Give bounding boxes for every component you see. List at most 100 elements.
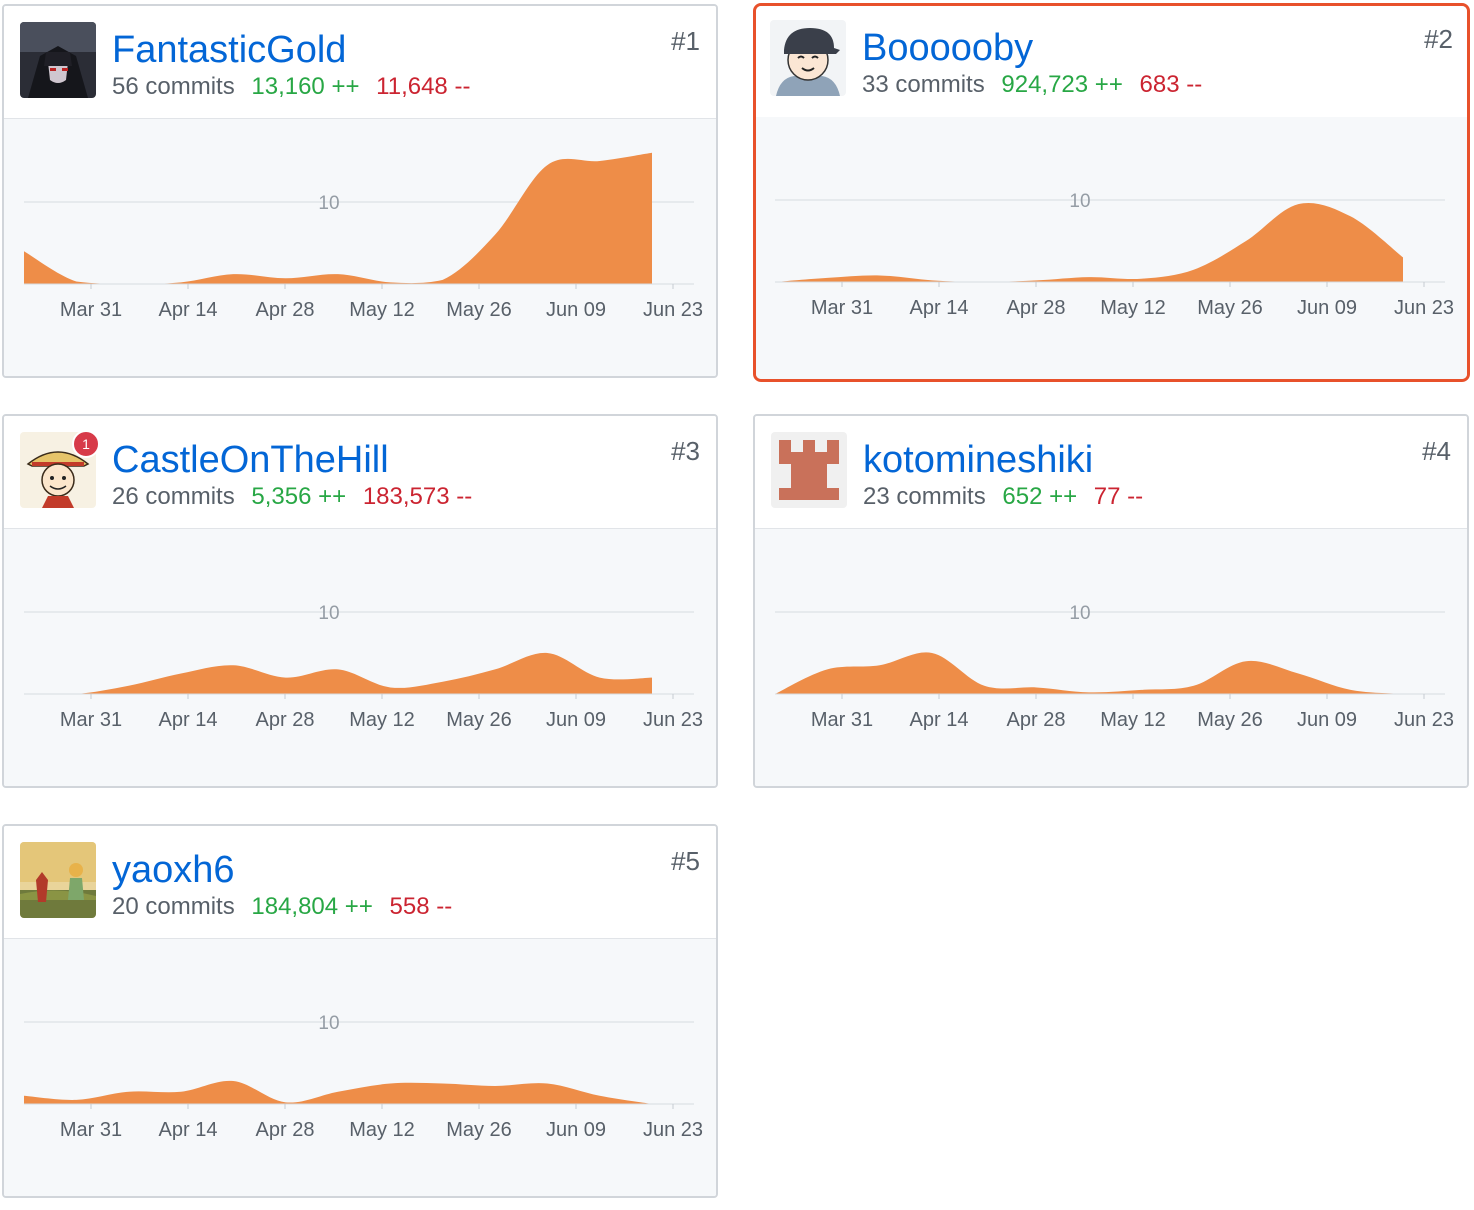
commit-activity-chart: 10 Mar 31 Apr 14 Apr 28 May 12 May 26 Jun 09 Ju… bbox=[4, 119, 716, 376]
x-tick-label: Jun 23 bbox=[1394, 709, 1454, 731]
x-tick-label: May 26 bbox=[446, 1119, 512, 1141]
notification-badge: 1 bbox=[72, 430, 100, 458]
contributor-card: 1 CastleOnTheHill 26 commits 5,356 ++ 18… bbox=[2, 414, 718, 788]
x-tick-label: Apr 28 bbox=[256, 299, 315, 321]
contributor-username[interactable]: yaoxh6 bbox=[112, 846, 235, 894]
reference-line-label: 10 bbox=[318, 193, 339, 214]
dark-anime-avatar-icon[interactable] bbox=[20, 22, 96, 98]
x-tick-label: Jun 09 bbox=[1297, 297, 1357, 319]
x-tick-label: May 12 bbox=[349, 1119, 415, 1141]
contributor-username[interactable]: kotomineshiki bbox=[863, 436, 1093, 484]
commit-activity-chart: 10 Mar 31 Apr 14 Apr 28 May 12 May 26 Jun 09 Ju… bbox=[4, 529, 716, 786]
contributor-rank: #4 bbox=[1422, 436, 1451, 466]
contributor-rank: #5 bbox=[671, 846, 700, 876]
contributor-stats: 20 commits 184,804 ++ 558 -- bbox=[112, 892, 452, 922]
commit-area-series bbox=[775, 652, 1403, 694]
additions-count: 5,356 ++ bbox=[251, 483, 347, 510]
card-header: kotomineshiki 23 commits 652 ++ 77 -- #4 bbox=[755, 416, 1467, 529]
commit-activity-graph: 10 Mar 31 Apr 14 Apr 28 May 12 May 26 Jun 09 Ju… bbox=[24, 603, 703, 731]
additions-count: 184,804 ++ bbox=[251, 893, 373, 920]
commit-area-series bbox=[24, 152, 652, 284]
contributor-rank: #1 bbox=[671, 26, 700, 56]
x-tick-label: Jun 23 bbox=[643, 709, 703, 731]
cartoon-boy-cap-avatar-icon[interactable] bbox=[770, 20, 846, 96]
x-tick-label: Apr 14 bbox=[159, 709, 218, 731]
x-tick-label: May 12 bbox=[349, 709, 415, 731]
x-tick-label: Jun 09 bbox=[546, 709, 606, 731]
commit-count[interactable]: 23 commits bbox=[863, 483, 986, 510]
deletions-count: 558 -- bbox=[389, 893, 453, 920]
contributor-rank: #2 bbox=[1424, 24, 1453, 54]
commit-activity-graph: 10 Mar 31 Apr 14 Apr 28 May 12 May 26 Jun 09 Ju… bbox=[24, 152, 703, 321]
x-tick-label: Mar 31 bbox=[60, 709, 122, 731]
card-header: 1 CastleOnTheHill 26 commits 5,356 ++ 18… bbox=[4, 416, 716, 529]
x-tick-label: Mar 31 bbox=[60, 299, 122, 321]
x-tick-label: May 26 bbox=[446, 709, 512, 731]
additions-count: 652 ++ bbox=[1002, 483, 1078, 510]
reference-line-label: 10 bbox=[1069, 191, 1090, 212]
commit-count[interactable]: 20 commits bbox=[112, 893, 235, 920]
x-tick-label: Jun 09 bbox=[546, 299, 606, 321]
contributor-username[interactable]: CastleOnTheHill bbox=[112, 436, 389, 484]
commit-area-series bbox=[24, 1080, 652, 1104]
card-header: Boooooby 33 commits 924,723 ++ 683 -- #2 bbox=[756, 6, 1467, 118]
little-prince-avatar-icon[interactable] bbox=[20, 842, 96, 918]
x-tick-label: Mar 31 bbox=[60, 1119, 122, 1141]
reference-line-label: 10 bbox=[318, 1013, 339, 1034]
x-tick-label: Jun 23 bbox=[1394, 297, 1454, 319]
commit-count[interactable]: 26 commits bbox=[112, 483, 235, 510]
contributor-card: FantasticGold 56 commits 13,160 ++ 11,64… bbox=[2, 4, 718, 378]
deletions-count: 183,573 -- bbox=[362, 483, 473, 510]
contributor-username[interactable]: Boooooby bbox=[862, 24, 1033, 72]
additions-count: 13,160 ++ bbox=[251, 73, 360, 100]
x-tick-label: Mar 31 bbox=[811, 709, 873, 731]
x-tick-label: Jun 23 bbox=[643, 299, 703, 321]
x-tick-label: May 12 bbox=[349, 299, 415, 321]
contributor-rank: #3 bbox=[671, 436, 700, 466]
contributor-stats: 23 commits 652 ++ 77 -- bbox=[863, 482, 1143, 512]
x-tick-label: Jun 09 bbox=[546, 1119, 606, 1141]
x-tick-label: Jun 23 bbox=[643, 1119, 703, 1141]
x-tick-label: Mar 31 bbox=[811, 297, 873, 319]
x-tick-label: May 12 bbox=[1100, 709, 1166, 731]
contributor-username[interactable]: FantasticGold bbox=[112, 26, 346, 74]
x-tick-label: Apr 28 bbox=[256, 709, 315, 731]
commit-activity-chart: 10 Mar 31 Apr 14 Apr 28 May 12 May 26 Jun 09 Ju… bbox=[4, 939, 716, 1196]
identicon-avatar-icon[interactable] bbox=[771, 432, 847, 508]
deletions-count: 11,648 -- bbox=[376, 73, 471, 100]
x-tick-label: Apr 28 bbox=[1007, 709, 1066, 731]
x-tick-label: Apr 14 bbox=[910, 709, 969, 731]
x-tick-label: May 12 bbox=[1100, 297, 1166, 319]
commit-area-series bbox=[775, 202, 1403, 282]
x-tick-label: May 26 bbox=[1197, 709, 1263, 731]
contributor-stats: 56 commits 13,160 ++ 11,648 -- bbox=[112, 72, 470, 102]
commit-activity-chart: 10 Mar 31 Apr 14 Apr 28 May 12 May 26 Jun 09 Ju… bbox=[756, 117, 1467, 379]
contributor-card: yaoxh6 20 commits 184,804 ++ 558 -- #5 1… bbox=[2, 824, 718, 1198]
contributor-card-selected: Boooooby 33 commits 924,723 ++ 683 -- #2… bbox=[753, 3, 1470, 382]
commit-count[interactable]: 33 commits bbox=[862, 71, 985, 98]
x-tick-label: Apr 28 bbox=[1007, 297, 1066, 319]
commit-activity-graph: 10 Mar 31 Apr 14 Apr 28 May 12 May 26 Jun 09 Ju… bbox=[24, 1013, 703, 1141]
reference-line-label: 10 bbox=[318, 603, 339, 624]
x-tick-label: Apr 28 bbox=[256, 1119, 315, 1141]
card-header: yaoxh6 20 commits 184,804 ++ 558 -- #5 bbox=[4, 826, 716, 939]
commit-activity-chart: 10 Mar 31 Apr 14 Apr 28 May 12 May 26 Jun 09 Ju… bbox=[755, 529, 1467, 786]
x-tick-label: Apr 14 bbox=[159, 1119, 218, 1141]
x-tick-label: Apr 14 bbox=[910, 297, 969, 319]
reference-line-label: 10 bbox=[1069, 603, 1090, 624]
commit-area-series bbox=[24, 652, 652, 694]
commit-activity-graph: 10 Mar 31 Apr 14 Apr 28 May 12 May 26 Jun 09 Ju… bbox=[775, 603, 1454, 731]
contributor-stats: 33 commits 924,723 ++ 683 -- bbox=[862, 70, 1202, 100]
x-tick-label: May 26 bbox=[1197, 297, 1263, 319]
deletions-count: 683 -- bbox=[1139, 71, 1203, 98]
x-tick-label: May 26 bbox=[446, 299, 512, 321]
additions-count: 924,723 ++ bbox=[1001, 71, 1123, 98]
deletions-count: 77 -- bbox=[1093, 483, 1144, 510]
contributor-stats: 26 commits 5,356 ++ 183,573 -- bbox=[112, 482, 472, 512]
card-header: FantasticGold 56 commits 13,160 ++ 11,64… bbox=[4, 6, 716, 119]
x-tick-label: Jun 09 bbox=[1297, 709, 1357, 731]
commit-count[interactable]: 56 commits bbox=[112, 73, 235, 100]
commit-activity-graph: 10 Mar 31 Apr 14 Apr 28 May 12 May 26 Jun 09 Ju… bbox=[775, 191, 1454, 319]
contributor-card: kotomineshiki 23 commits 652 ++ 77 -- #4… bbox=[753, 414, 1469, 788]
x-tick-label: Apr 14 bbox=[159, 299, 218, 321]
